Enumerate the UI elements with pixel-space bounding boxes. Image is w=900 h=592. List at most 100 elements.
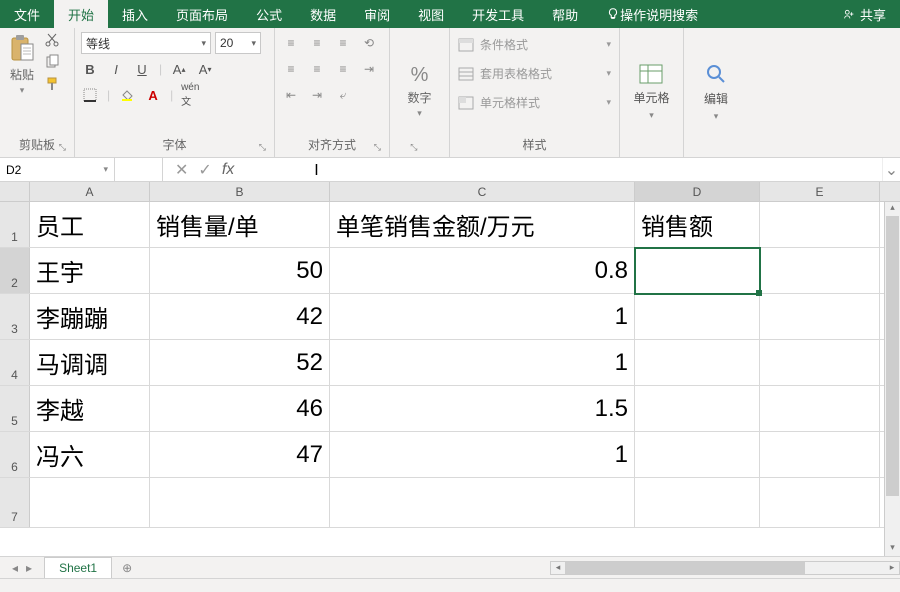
merge-button[interactable]: ⇥ xyxy=(359,60,379,78)
tab-help[interactable]: 帮助 xyxy=(538,0,592,28)
tellme-search[interactable]: 操作说明搜索 xyxy=(592,0,712,28)
column-header-E[interactable]: E xyxy=(760,182,880,201)
cell-A3[interactable]: 李蹦蹦 xyxy=(30,294,150,339)
cell-D1[interactable]: 销售额 xyxy=(635,202,760,247)
italic-button[interactable]: I xyxy=(107,60,125,78)
tab-formulas[interactable]: 公式 xyxy=(242,0,296,28)
font-size-combo[interactable]: 20▾ xyxy=(215,32,261,54)
align-left-button[interactable]: ≡ xyxy=(281,60,301,78)
cell-E4[interactable] xyxy=(760,340,880,385)
row-header-5[interactable]: 5 xyxy=(0,386,30,431)
align-bottom-button[interactable]: ≡ xyxy=(333,34,353,52)
cell-C5[interactable]: 1.5 xyxy=(330,386,635,431)
tab-data[interactable]: 数据 xyxy=(296,0,350,28)
font-color-button[interactable]: A xyxy=(144,86,162,104)
cell-E2[interactable] xyxy=(760,248,880,293)
cell-D5[interactable] xyxy=(635,386,760,431)
row-header-4[interactable]: 4 xyxy=(0,340,30,385)
table-format-button[interactable]: 套用表格格式▾ xyxy=(456,61,613,86)
row-header-6[interactable]: 6 xyxy=(0,432,30,477)
cell-D6[interactable] xyxy=(635,432,760,477)
font-dialog-icon[interactable]: ⤡ xyxy=(259,142,266,153)
cell-A1[interactable]: 员工 xyxy=(30,202,150,247)
cell-B4[interactable]: 52 xyxy=(150,340,330,385)
font-name-combo[interactable]: 等线▾ xyxy=(81,32,211,54)
cell-D4[interactable] xyxy=(635,340,760,385)
cell-D3[interactable] xyxy=(635,294,760,339)
format-painter-button[interactable] xyxy=(44,76,60,92)
clipboard-dialog-icon[interactable]: ⤡ xyxy=(59,142,66,153)
cell-E5[interactable] xyxy=(760,386,880,431)
cell-A4[interactable]: 马调调 xyxy=(30,340,150,385)
cell-A6[interactable]: 冯六 xyxy=(30,432,150,477)
row-header-3[interactable]: 3 xyxy=(0,294,30,339)
sheet-nav-next[interactable]: ▸ xyxy=(26,561,32,575)
cell-E7[interactable] xyxy=(760,478,880,527)
scroll-up-icon[interactable]: ▴ xyxy=(885,202,900,216)
number-dialog-icon[interactable]: ⤡ xyxy=(410,142,417,153)
cell-A2[interactable]: 王宇 xyxy=(30,248,150,293)
cell-C1[interactable]: 单笔销售金额/万元 xyxy=(330,202,635,247)
cell-B3[interactable]: 42 xyxy=(150,294,330,339)
scroll-left-icon[interactable]: ◂ xyxy=(551,562,565,573)
share-button[interactable]: 共享 xyxy=(828,0,900,28)
hscroll-thumb[interactable] xyxy=(565,562,805,574)
conditional-format-button[interactable]: 条件格式▾ xyxy=(456,32,613,57)
scroll-down-icon[interactable]: ▾ xyxy=(885,542,900,556)
phonetic-button[interactable]: wén文 xyxy=(181,86,199,104)
cell-E3[interactable] xyxy=(760,294,880,339)
column-header-C[interactable]: C xyxy=(330,182,635,201)
tab-home[interactable]: 开始 xyxy=(54,0,108,28)
number-format-button[interactable]: % 数字 ▾ xyxy=(407,64,431,119)
cell-D2[interactable] xyxy=(635,248,760,293)
expand-formula-bar-button[interactable]: ⌄ xyxy=(882,158,900,181)
underline-button[interactable]: U xyxy=(133,60,151,78)
tab-insert[interactable]: 插入 xyxy=(108,0,162,28)
cell-C4[interactable]: 1 xyxy=(330,340,635,385)
tab-layout[interactable]: 页面布局 xyxy=(162,0,242,28)
cell-C3[interactable]: 1 xyxy=(330,294,635,339)
align-center-button[interactable]: ≡ xyxy=(307,60,327,78)
paste-button[interactable]: 粘贴 ▾ xyxy=(6,32,38,96)
column-header-A[interactable]: A xyxy=(30,182,150,201)
cell-A7[interactable] xyxy=(30,478,150,527)
cell-B5[interactable]: 46 xyxy=(150,386,330,431)
add-sheet-button[interactable]: ⊕ xyxy=(112,561,142,575)
vertical-scrollbar[interactable]: ▴ ▾ xyxy=(884,202,900,556)
horizontal-scrollbar[interactable]: ◂ ▸ xyxy=(550,561,900,575)
fill-color-button[interactable] xyxy=(118,86,136,104)
scroll-right-icon[interactable]: ▸ xyxy=(885,562,899,573)
align-middle-button[interactable]: ≡ xyxy=(307,34,327,52)
cut-button[interactable] xyxy=(44,32,60,48)
copy-button[interactable] xyxy=(44,54,60,70)
cell-C7[interactable] xyxy=(330,478,635,527)
wrap-text-button[interactable]: ⤶ xyxy=(333,86,353,104)
cells-button[interactable]: 单元格 ▾ xyxy=(633,63,669,121)
row-header-2[interactable]: 2 xyxy=(0,248,30,293)
row-header-1[interactable]: 1 xyxy=(0,202,30,247)
insert-function-button[interactable]: fx xyxy=(222,161,234,179)
tab-file[interactable]: 文件 xyxy=(0,0,54,28)
row-header-7[interactable]: 7 xyxy=(0,478,30,527)
tab-review[interactable]: 审阅 xyxy=(350,0,404,28)
align-right-button[interactable]: ≡ xyxy=(333,60,353,78)
column-header-D[interactable]: D xyxy=(635,182,760,201)
cell-C2[interactable]: 0.8 xyxy=(330,248,635,293)
increase-indent-button[interactable]: ⇥ xyxy=(307,86,327,104)
sheet-nav-prev[interactable]: ◂ xyxy=(12,561,18,575)
select-all-corner[interactable] xyxy=(0,182,30,201)
cell-B7[interactable] xyxy=(150,478,330,527)
cell-B6[interactable]: 47 xyxy=(150,432,330,477)
bold-button[interactable]: B xyxy=(81,60,99,78)
border-button[interactable] xyxy=(81,86,99,104)
cell-A5[interactable]: 李越 xyxy=(30,386,150,431)
shrink-font-button[interactable]: A▾ xyxy=(196,60,214,78)
alignment-dialog-icon[interactable]: ⤡ xyxy=(374,142,381,153)
cell-B2[interactable]: 50 xyxy=(150,248,330,293)
cell-styles-button[interactable]: 单元格样式▾ xyxy=(456,90,613,115)
cell-E6[interactable] xyxy=(760,432,880,477)
grow-font-button[interactable]: A▴ xyxy=(170,60,188,78)
cell-D7[interactable] xyxy=(635,478,760,527)
tab-dev[interactable]: 开发工具 xyxy=(458,0,538,28)
orientation-button[interactable]: ⟲ xyxy=(359,34,379,52)
